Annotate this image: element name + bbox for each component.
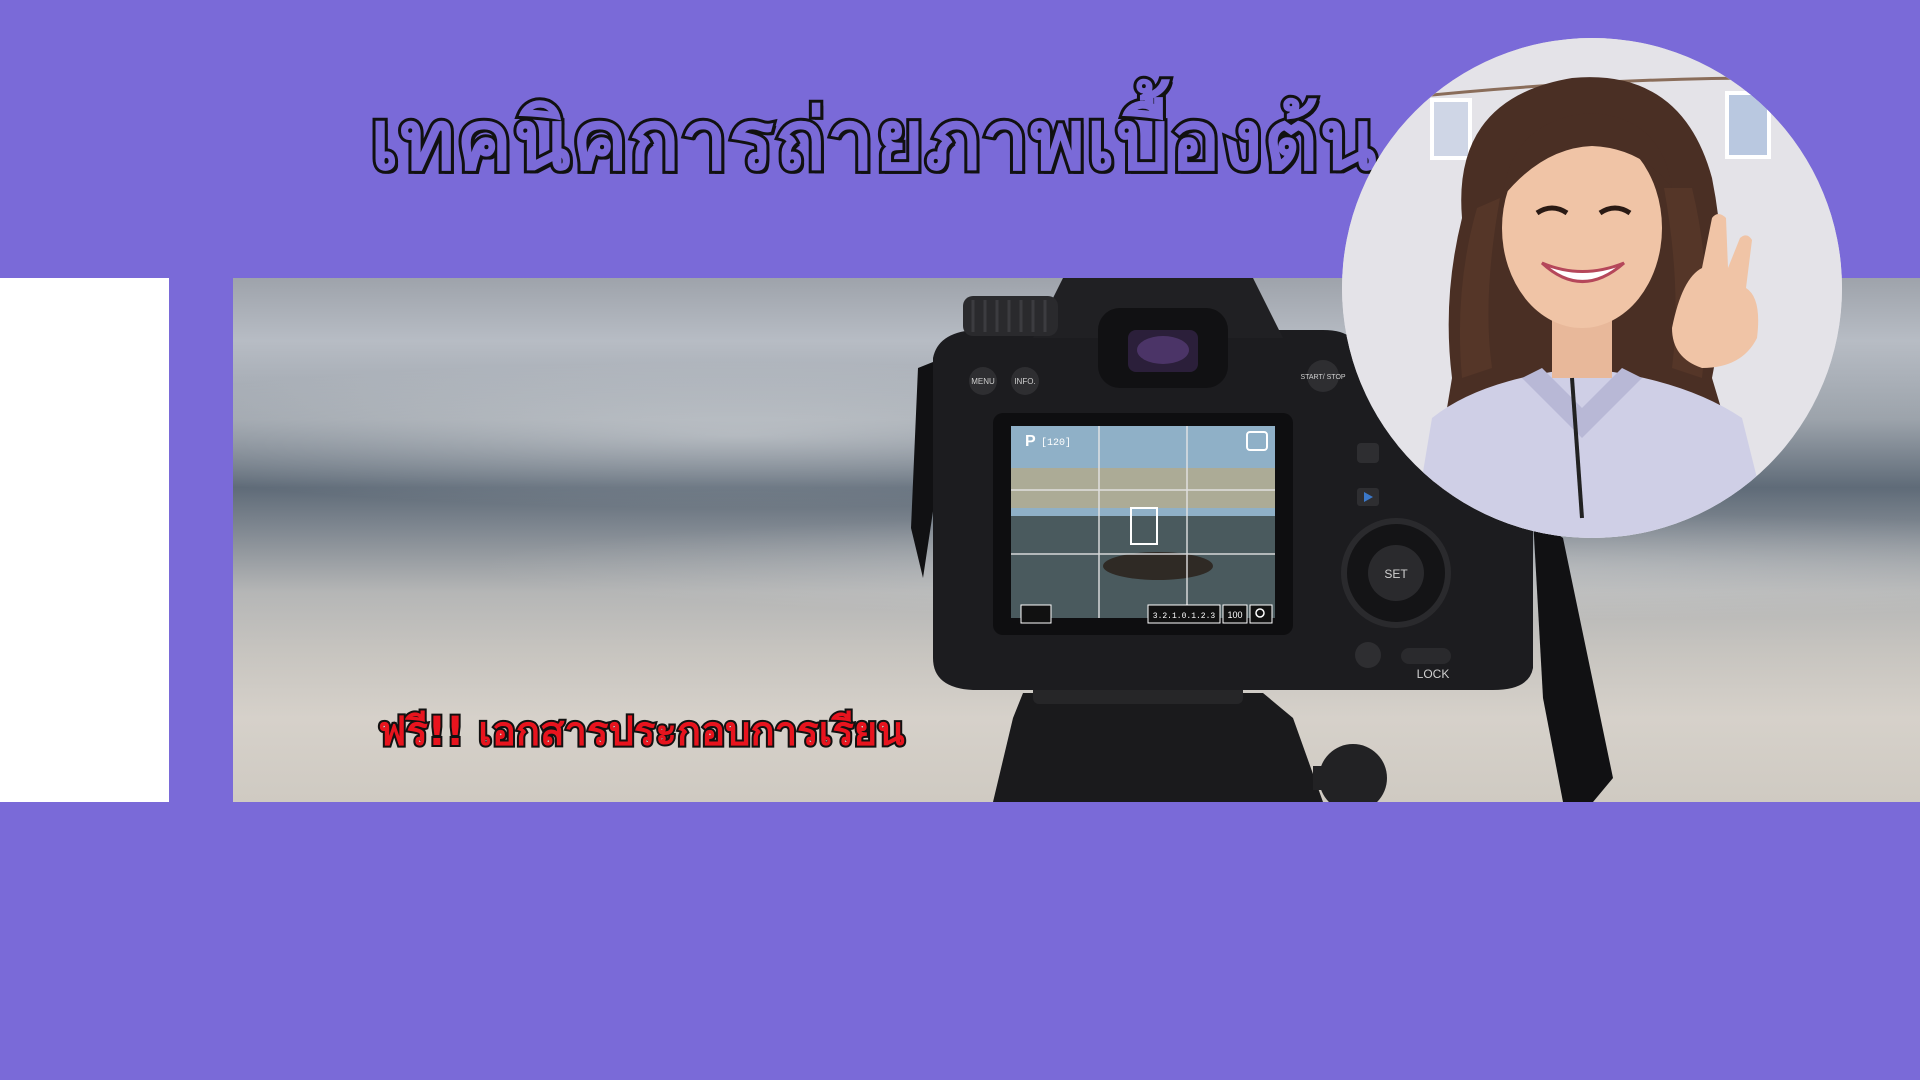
set-label: SET (1384, 567, 1408, 581)
start-stop-label: START/ STOP (1300, 374, 1345, 381)
lcd-clouds (1011, 468, 1275, 508)
menu-label: MENU (971, 377, 995, 386)
lock-label: LOCK (1417, 667, 1450, 681)
lcd-iso: 100 (1227, 610, 1242, 620)
lcd-shots: [120] (1041, 437, 1071, 449)
camera-strap-right (1533, 518, 1613, 802)
delete-button (1355, 642, 1381, 668)
instructor-portrait (1342, 38, 1842, 538)
lcd-meter: 3.2.1.0.1.2.3 (1153, 612, 1216, 621)
tripod-head (993, 693, 1323, 802)
quick-button (1357, 443, 1379, 463)
page-title: เทคนิคการถ่ายภาพเบื้องต้น (367, 88, 1380, 192)
lcd-mode-icon (1020, 604, 1052, 624)
lcd-mode: P (1025, 433, 1036, 450)
lcd-rock (1103, 552, 1213, 580)
hanging-photo-left (1430, 98, 1472, 160)
viewfinder-glow (1137, 336, 1189, 364)
free-material-caption: ฟรี!! เอกสารประกอบการเรียน (376, 707, 907, 757)
lcd-zoom-box (1249, 604, 1273, 624)
tripod-knob-stem (1313, 766, 1363, 790)
lock-switch (1401, 648, 1451, 664)
info-label: INFO. (1014, 377, 1035, 386)
instructor-avatar (1342, 38, 1842, 538)
white-side-strip (0, 278, 169, 802)
